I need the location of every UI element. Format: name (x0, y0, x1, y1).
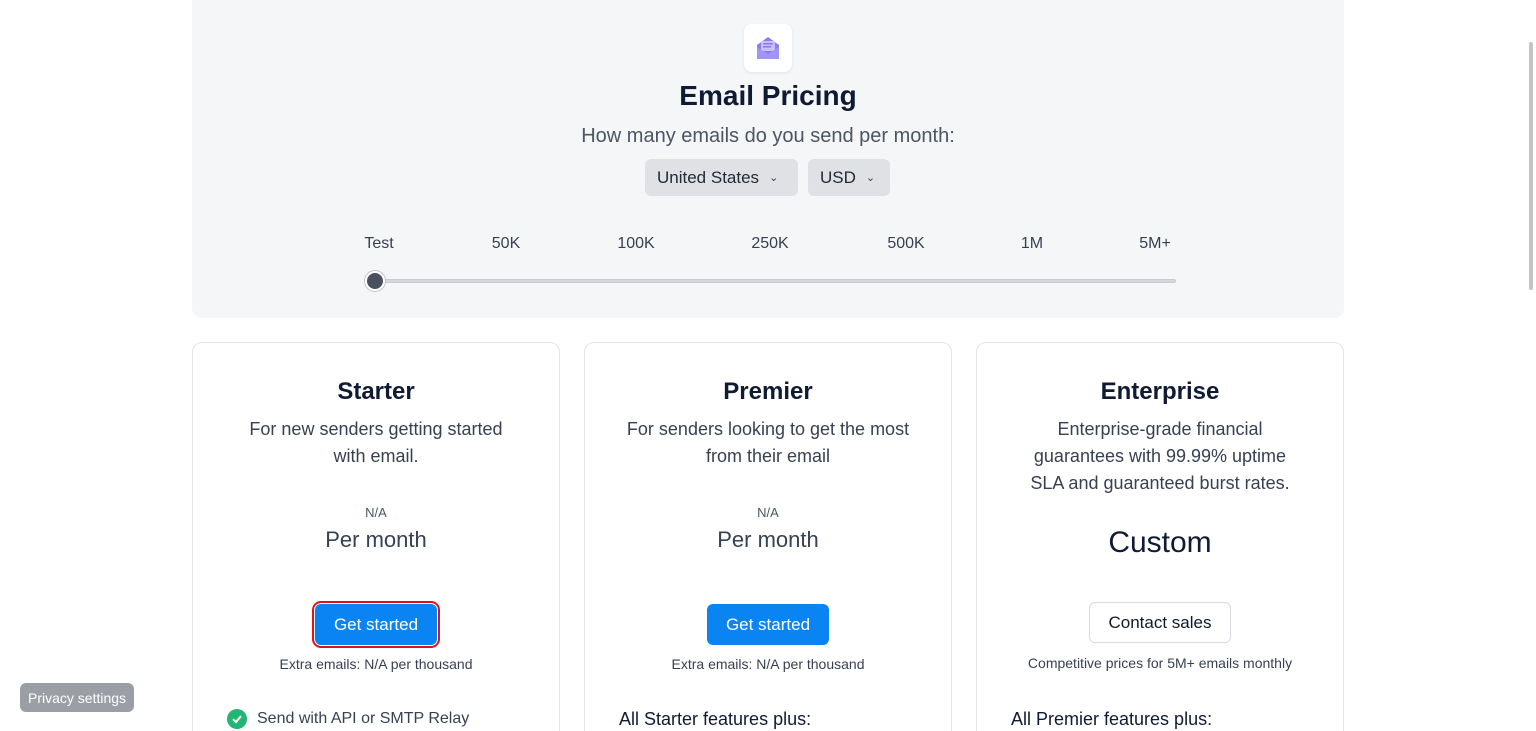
page-title: Email Pricing (679, 80, 857, 111)
plan-period: Per month (717, 527, 819, 552)
feature-label: Send with API or SMTP Relay (257, 710, 470, 727)
plan-extra-pricing: Extra emails: N/A per thousand (671, 656, 865, 672)
plan-extra-pricing: Extra emails: N/A per thousand (279, 656, 473, 672)
feature-item: Send with API or SMTP Relay (227, 709, 469, 729)
plan-name: Premier (723, 378, 813, 405)
plan-name: Enterprise (1100, 378, 1220, 405)
slider-tick-label[interactable]: 1M (1021, 235, 1043, 253)
slider-tick-label[interactable]: 500K (887, 235, 924, 253)
currency-select-value: USD (820, 167, 856, 187)
country-select-value: United States (657, 167, 760, 187)
envelope-icon (744, 24, 792, 72)
check-circle-icon (227, 709, 247, 729)
plan-card-enterprise: Enterprise Enterprise-grade financial gu… (976, 342, 1344, 731)
features-heading: All Premier features plus: (1011, 709, 1213, 729)
plan-card-starter: Starter For new senders getting started … (192, 342, 560, 731)
contact-sales-button[interactable]: Contact sales (1089, 602, 1231, 643)
get-started-button[interactable]: Get started (707, 604, 829, 645)
plan-description: Enterprise-grade financial guarantees wi… (1030, 419, 1290, 493)
slider-tick-label[interactable]: 50K (492, 235, 520, 253)
page-subtitle: How many emails do you send per month: (581, 125, 955, 147)
slider-tick-label[interactable]: 250K (751, 235, 788, 253)
chevron-down-icon: ⌄ (865, 172, 876, 184)
plan-description: For new senders getting started with ema… (249, 419, 503, 466)
slider-tick-label[interactable]: 100K (617, 235, 654, 253)
features-heading: All Starter features plus: (619, 709, 812, 729)
get-started-button[interactable]: Get started (312, 601, 440, 648)
scrollbar[interactable] (1529, 42, 1533, 290)
chevron-down-icon: ⌄ (769, 172, 779, 184)
plan-period: Per month (325, 527, 427, 552)
country-select[interactable]: United States ⌄ (645, 159, 798, 196)
slider-tick-label[interactable]: Test (364, 235, 393, 253)
currency-select[interactable]: USD ⌄ (808, 159, 890, 196)
plan-price: N/A (757, 505, 779, 520)
slider-tick-label[interactable]: 5M+ (1139, 235, 1171, 253)
plan-extra-pricing: Competitive prices for 5M+ emails monthl… (1027, 655, 1293, 671)
volume-slider-track[interactable] (374, 279, 1176, 283)
plan-description: For senders looking to get the most from… (626, 419, 910, 466)
plan-price: Custom (1108, 526, 1212, 559)
plan-card-premier: Premier For senders looking to get the m… (584, 342, 952, 731)
volume-slider-thumb[interactable] (365, 271, 385, 291)
privacy-settings-button[interactable]: Privacy settings (20, 683, 135, 712)
plan-name: Starter (337, 378, 415, 405)
plan-price: N/A (365, 505, 387, 520)
